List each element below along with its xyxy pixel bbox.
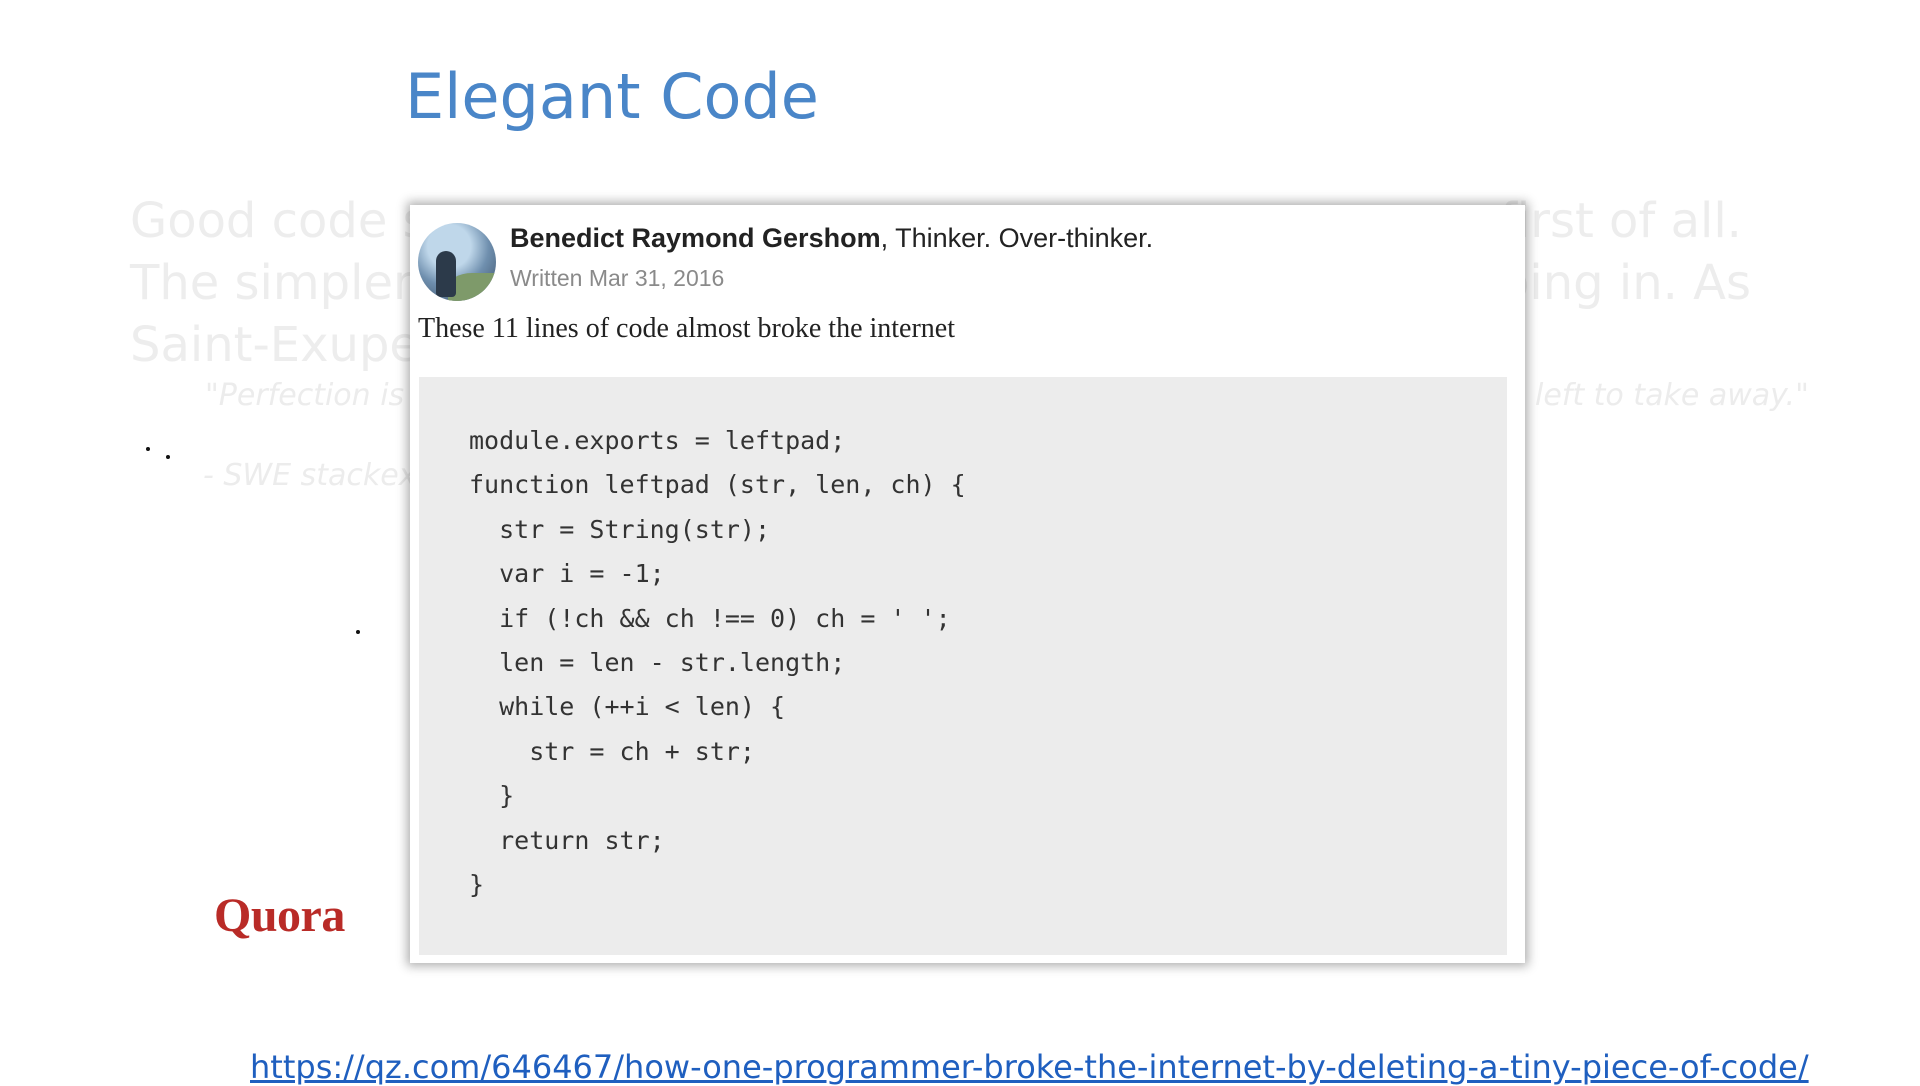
- code-line: }: [469, 869, 485, 899]
- bullet-dot: [146, 447, 150, 451]
- background-quote-right: left to take away.": [1535, 378, 1809, 413]
- code-line: }: [469, 781, 515, 811]
- code-line: return str;: [469, 825, 665, 855]
- bullet-dot: [356, 630, 360, 634]
- code-line: while (++i < len) {: [469, 692, 786, 722]
- background-line-3-left: Saint-Exupe: [130, 317, 419, 373]
- code-line: if (!ch && ch !== 0) ch = ' ';: [469, 603, 951, 633]
- post-title: These 11 lines of code almost broke the …: [418, 313, 956, 344]
- quora-post-card: Benedict Raymond Gershom, Thinker. Over-…: [410, 205, 1525, 963]
- background-line-2-right: oing in. As: [1500, 255, 1751, 311]
- code-block: module.exports = leftpad; function leftp…: [419, 377, 1507, 955]
- code-line: var i = -1;: [469, 559, 665, 589]
- code-lines: module.exports = leftpad; function leftp…: [469, 419, 966, 907]
- background-line-1-right: first of all.: [1500, 193, 1742, 249]
- written-date[interactable]: Written Mar 31, 2016: [510, 265, 724, 292]
- source-link[interactable]: https://qz.com/646467/how-one-programmer…: [250, 1048, 1809, 1086]
- author-tagline: , Thinker. Over-thinker.: [880, 223, 1154, 253]
- avatar[interactable]: [418, 223, 496, 301]
- quora-logo: Quora: [214, 889, 345, 942]
- code-line: module.exports = leftpad;: [469, 426, 846, 455]
- code-line: str = ch + str;: [469, 736, 755, 766]
- code-line: str = String(str);: [469, 514, 771, 544]
- code-line: len = len - str.length;: [469, 647, 846, 677]
- bullet-dot: [166, 455, 170, 459]
- code-line: function leftpad (str, len, ch) {: [469, 470, 966, 500]
- background-quote-left: "Perfection is: [205, 378, 405, 413]
- avatar-figure: [436, 251, 456, 297]
- background-line-2-left: The simpler: [130, 255, 413, 311]
- slide-title: Elegant Code: [405, 60, 819, 133]
- background-attribution: - SWE stackex: [203, 458, 417, 493]
- author-name[interactable]: Benedict Raymond Gershom: [510, 223, 881, 253]
- author-line: Benedict Raymond Gershom, Thinker. Over-…: [510, 223, 1153, 254]
- background-line-1-left: Good code s: [130, 193, 428, 249]
